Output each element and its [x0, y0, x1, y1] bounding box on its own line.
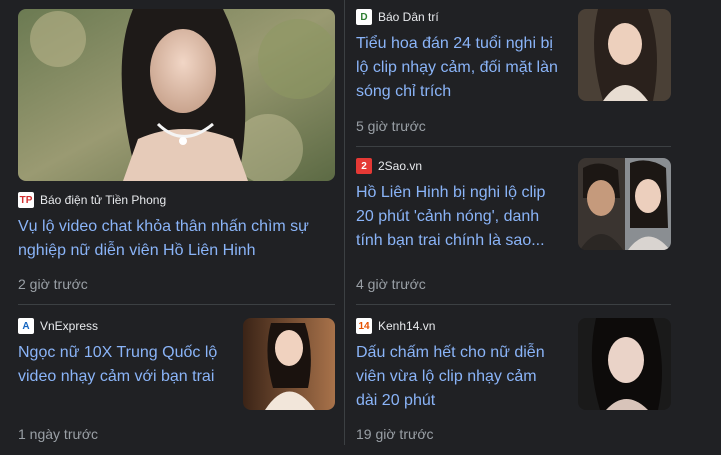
source-row: TP Báo điện tử Tiền Phong [18, 191, 335, 209]
source-name: Báo Dân trí [378, 10, 439, 24]
source-name: VnExpress [40, 319, 99, 333]
source-name: Báo điện tử Tiền Phong [40, 193, 167, 207]
article-photo-image [578, 318, 671, 410]
kenh14-logo-icon: 14 [356, 318, 372, 334]
news-card-dantri[interactable]: D Báo Dân trí Tiểu hoa đán 24 tuổi nghi … [356, 8, 671, 138]
vnexpress-logo-icon: A [18, 318, 34, 334]
news-card-tienphong[interactable]: TP Báo điện tử Tiền Phong Vụ lộ video ch… [18, 9, 335, 299]
timestamp: 4 giờ trước [356, 276, 426, 292]
hero-thumbnail[interactable] [18, 9, 335, 181]
article-thumbnail[interactable] [578, 318, 671, 410]
article-thumbnail[interactable] [578, 9, 671, 101]
row-divider-right-1 [356, 146, 671, 147]
2sao-logo-icon: 2 [356, 158, 372, 174]
source-row: 2 2Sao.vn [356, 157, 561, 175]
headline-link[interactable]: Tiểu hoa đán 24 tuổi nghi bị lộ clip nhạ… [356, 32, 561, 104]
source-row: 14 Kenh14.vn [356, 317, 561, 335]
source-name: 2Sao.vn [378, 159, 423, 173]
article-thumbnail[interactable] [578, 158, 671, 250]
headline-link[interactable]: Hồ Liên Hinh bị nghi lộ clip 20 phút 'cả… [356, 181, 561, 253]
row-divider-right-2 [356, 304, 671, 305]
headline-link[interactable]: Vụ lộ video chat khỏa thân nhấn chìm sự … [18, 215, 335, 263]
news-card-kenh14[interactable]: 14 Kenh14.vn Dấu chấm hết cho nữ diễn vi… [356, 317, 671, 447]
article-photo-image [578, 158, 671, 250]
row-divider-left [18, 304, 335, 305]
source-name: Kenh14.vn [378, 319, 436, 333]
headline-link[interactable]: Dấu chấm hết cho nữ diễn viên vừa lộ cli… [356, 341, 561, 413]
tienphong-logo-icon: TP [18, 192, 34, 208]
timestamp: 1 ngày trước [18, 426, 99, 442]
timestamp: 2 giờ trước [18, 276, 88, 292]
article-thumbnail[interactable] [243, 318, 335, 410]
article-photo-image [578, 9, 671, 101]
timestamp: 5 giờ trước [356, 118, 426, 134]
column-divider [344, 0, 345, 445]
source-row: A VnExpress [18, 317, 223, 335]
source-row: D Báo Dân trí [356, 8, 561, 26]
news-card-vnexpress[interactable]: A VnExpress Ngọc nữ 10X Trung Quốc lộ vi… [18, 317, 335, 447]
hero-photo-image [18, 9, 335, 181]
news-card-2sao[interactable]: 2 2Sao.vn Hồ Liên Hinh bị nghi lộ clip 2… [356, 157, 671, 297]
article-photo-image [243, 318, 335, 410]
timestamp: 19 giờ trước [356, 426, 434, 442]
dantri-logo-icon: D [356, 9, 372, 25]
headline-link[interactable]: Ngọc nữ 10X Trung Quốc lộ video nhạy cảm… [18, 341, 223, 389]
